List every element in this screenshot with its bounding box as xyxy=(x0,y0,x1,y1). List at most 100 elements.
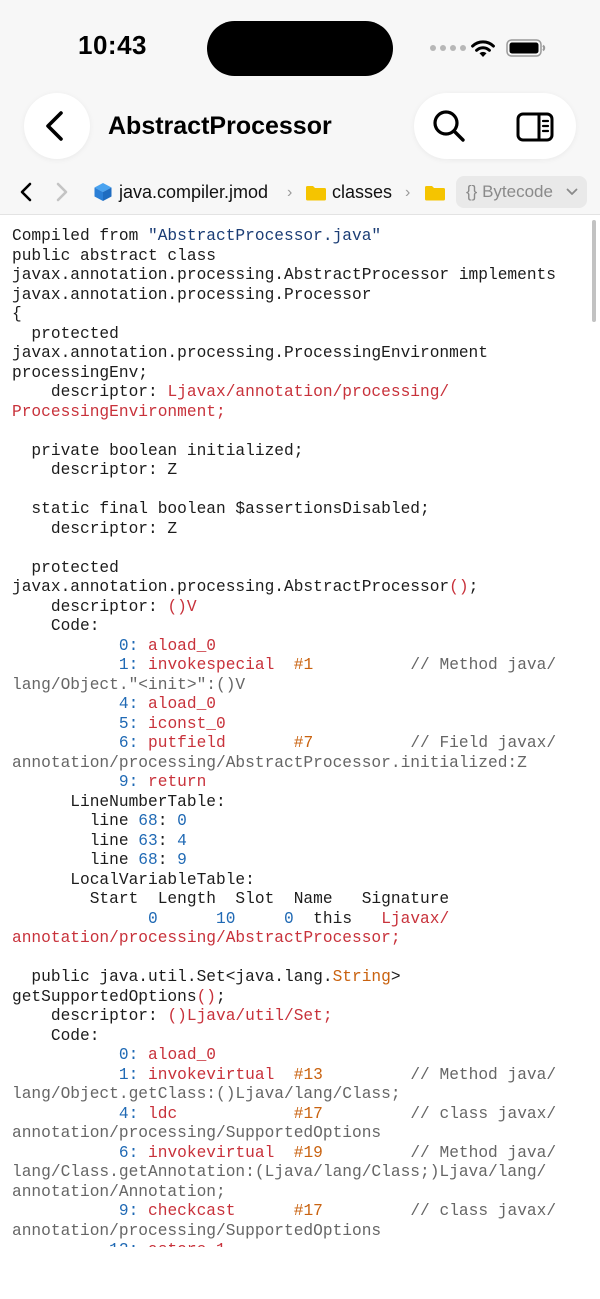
code-token: String xyxy=(332,968,391,986)
code-token: ; xyxy=(468,578,479,596)
nav-actions-pill xyxy=(414,93,576,159)
code-line: 0: aload_0 xyxy=(12,637,592,657)
wifi-icon xyxy=(471,40,495,57)
code-token: () xyxy=(196,987,217,1006)
code-token: javax.annotation.processing.ProcessingEn… xyxy=(12,344,488,362)
code-line: public java.util.Set<java.lang.String> xyxy=(12,968,592,988)
code-line: lang/Class.getAnnotation:(Ljava/lang/Cla… xyxy=(12,1163,592,1183)
code-line: annotation/Annotation; xyxy=(12,1183,592,1203)
code-token: descriptor: xyxy=(12,597,168,616)
code-token: // Method java/ xyxy=(410,1143,557,1162)
code-line: javax.annotation.processing.ProcessingEn… xyxy=(12,344,592,364)
code-token: 6: xyxy=(118,1143,139,1162)
bottom-area xyxy=(0,1247,600,1299)
code-token: Start Length Slot Name Signature xyxy=(12,890,450,908)
code-token: line xyxy=(12,812,139,830)
code-line: processingEnv; xyxy=(12,364,592,384)
code-token: 0 xyxy=(148,909,158,928)
status-bar: 10:43 xyxy=(0,0,600,92)
code-line: 5: iconst_0 xyxy=(12,715,592,735)
module-icon xyxy=(94,183,112,201)
breadcrumb-separator-icon: › xyxy=(405,184,411,201)
code-token: ()Ljava/util/Set; xyxy=(167,1007,333,1025)
code-line: descriptor: Z xyxy=(12,461,592,481)
code-token: 1: xyxy=(118,656,139,674)
code-token: return xyxy=(148,773,207,791)
chevron-left-icon xyxy=(46,111,63,141)
breadcrumb-folder[interactable]: classes xyxy=(332,182,392,203)
code-line: protected xyxy=(12,559,592,579)
folder-icon[interactable] xyxy=(424,185,446,201)
code-line: descriptor: Ljavax/annotation/processing… xyxy=(12,383,592,403)
code-line: 1: invokevirtual #13 // Method java/ xyxy=(12,1066,592,1086)
chevron-down-icon xyxy=(566,188,578,195)
code-token: "AbstractProcessor.java" xyxy=(148,227,382,245)
code-token: : xyxy=(157,851,178,869)
code-token: annotation/Annotation; xyxy=(12,1182,226,1201)
code-token: // Method java/ xyxy=(410,656,557,674)
status-time: 10:43 xyxy=(78,30,147,60)
back-button[interactable] xyxy=(24,93,90,159)
code-line: javax.annotation.processing.AbstractProc… xyxy=(12,578,592,598)
code-token: invokevirtual xyxy=(148,1143,275,1162)
code-token: lang/Object.getClass:()Ljava/lang/Class; xyxy=(12,1085,401,1103)
code-token: protected xyxy=(12,558,119,577)
code-token: annotation/processing/SupportedOptions xyxy=(12,1221,382,1240)
code-line: 0 10 0 this Ljavax/ xyxy=(12,910,592,930)
code-line: 6: putfield #7 // Field javax/ xyxy=(12,734,592,754)
bytecode-view[interactable]: Compiled from "AbstractProcessor.java" pu… xyxy=(0,215,600,1247)
code-line: 9: return xyxy=(12,773,592,793)
code-token: javax.annotation.processing.Processor xyxy=(12,285,372,304)
code-token: // class javax/ xyxy=(410,1202,557,1220)
breadcrumb-forward-icon[interactable] xyxy=(52,182,70,202)
code-line: { xyxy=(12,305,592,325)
sidebar-toggle-icon[interactable] xyxy=(516,112,554,142)
code-token: static final boolean $assertionsDisabled… xyxy=(12,500,430,518)
code-line: annotation/processing/AbstractProcessor; xyxy=(12,929,592,949)
code-token: 5: xyxy=(118,714,139,733)
code-token: getSupportedOptions xyxy=(12,987,197,1006)
code-token: javax.annotation.processing.AbstractProc… xyxy=(12,266,556,284)
view-mode-dropdown[interactable]: {} Bytecode xyxy=(456,176,587,208)
code-token: LineNumberTable: xyxy=(12,792,226,811)
breadcrumb-back-icon[interactable] xyxy=(18,182,36,202)
code-token: 63 xyxy=(138,831,158,850)
code-token: aload_0 xyxy=(148,1046,217,1064)
code-token: invokevirtual xyxy=(148,1065,275,1084)
scrollbar[interactable] xyxy=(592,220,596,322)
code-token: 10 xyxy=(216,909,236,928)
code-token: 0: xyxy=(118,636,139,655)
code-token: annotation/processing/SupportedOptions xyxy=(12,1124,382,1142)
breadcrumb-separator-icon: › xyxy=(287,184,293,201)
code-token: LocalVariableTable: xyxy=(12,870,255,889)
code-token: annotation/processing/AbstractProcessor; xyxy=(12,929,401,947)
nav-bar: AbstractProcessor xyxy=(0,92,600,170)
breadcrumb-module[interactable]: java.compiler.jmod xyxy=(119,182,268,203)
code-token: 4 xyxy=(177,831,187,850)
dynamic-island xyxy=(207,21,393,76)
code-line: line 68: 0 xyxy=(12,812,592,832)
code-token: lang/Class.getAnnotation:(Ljava/lang/Cla… xyxy=(12,1163,547,1181)
code-token: // Field javax/ xyxy=(410,734,557,752)
code-token: ProcessingEnvironment; xyxy=(12,402,226,421)
search-icon[interactable] xyxy=(432,109,466,143)
code-line: 4: aload_0 xyxy=(12,695,592,715)
